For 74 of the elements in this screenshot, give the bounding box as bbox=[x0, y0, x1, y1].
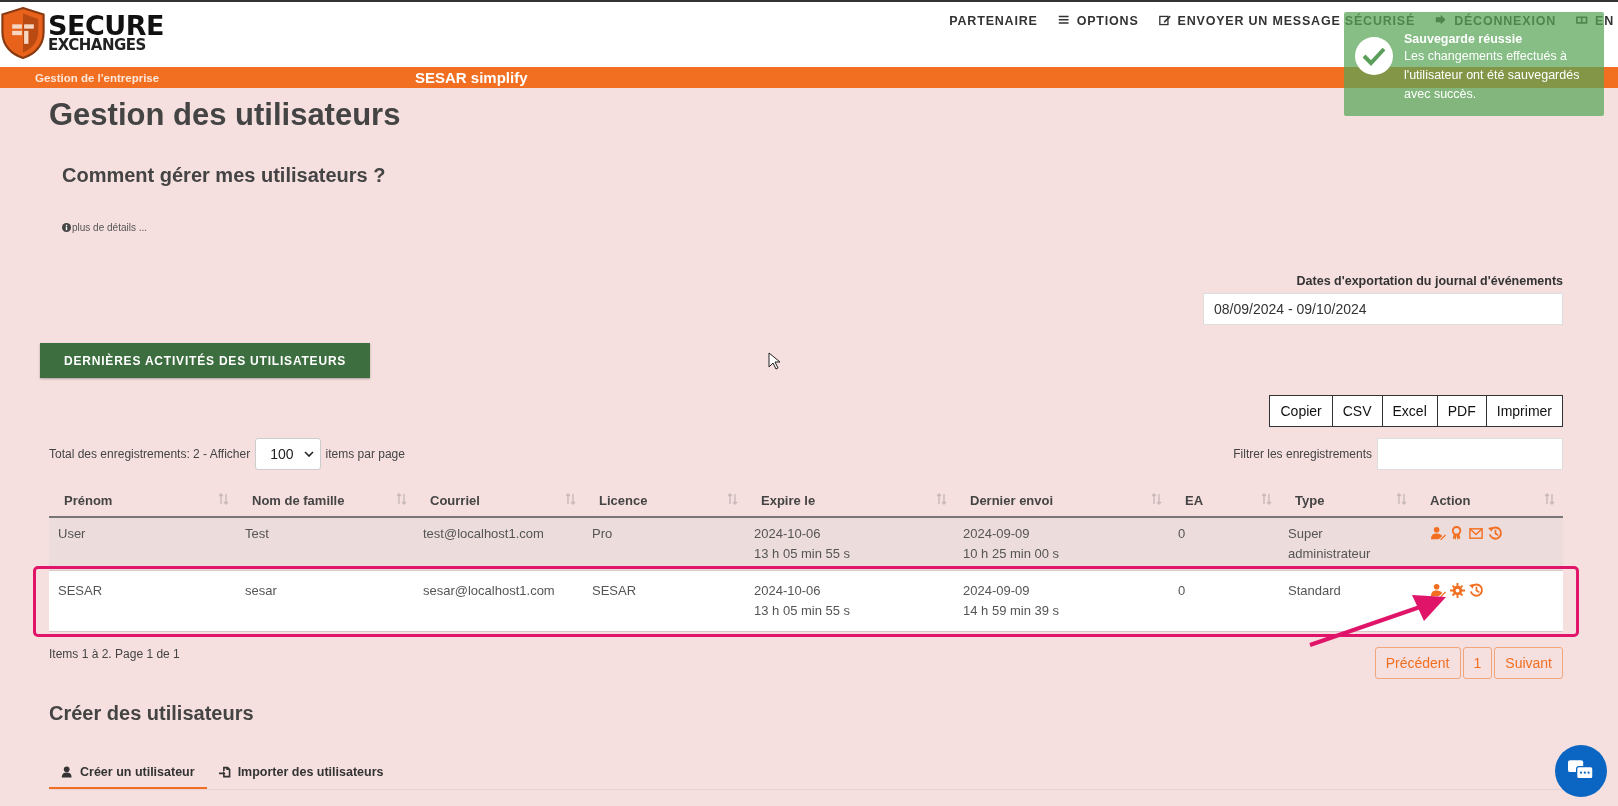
table-cell: sesar bbox=[245, 583, 277, 598]
section-heading: Comment gérer mes utilisateurs ? bbox=[62, 163, 387, 187]
export-button[interactable]: Excel bbox=[1381, 395, 1438, 427]
user-pen-icon[interactable] bbox=[1431, 526, 1446, 541]
page-title: Gestion des utilisateurs bbox=[49, 97, 402, 133]
caret-icon bbox=[303, 451, 314, 457]
info-icon bbox=[62, 223, 71, 232]
export-button[interactable]: Imprimer bbox=[1485, 395, 1563, 427]
nav-link[interactable]: PARTENAIRE bbox=[949, 13, 1038, 28]
table-cell-text: 2024-09-09 bbox=[963, 582, 1031, 600]
activity-button[interactable]: DERNIÈRES ACTIVITÉS DES UTILISATEURS bbox=[40, 343, 371, 378]
toast-title: Sauvegarde réussie bbox=[1404, 32, 1524, 46]
check-circle-icon bbox=[1354, 36, 1394, 76]
table-cell: Super administrateur bbox=[1288, 526, 1371, 561]
field-label: Filtrer les enregistrements bbox=[1233, 447, 1372, 461]
tab[interactable]: Créer un utilisateur bbox=[49, 759, 207, 789]
table-cell: Test bbox=[245, 526, 269, 541]
history-icon[interactable] bbox=[1488, 526, 1503, 541]
logo-text: EXCHANGES bbox=[48, 38, 147, 53]
export-button[interactable]: CSV bbox=[1331, 395, 1383, 427]
pagination-info: Items 1 à 2. Page 1 de 1 bbox=[49, 647, 180, 661]
toast-message: Les changements effectués à l'utilisateur ont été sauvegardés avec succès. bbox=[1404, 48, 1581, 103]
table-cell-text: 10 h 25 min 00 s bbox=[963, 545, 1061, 563]
column-header[interactable]: Expire le bbox=[761, 492, 816, 508]
logo-text: SECURE bbox=[48, 12, 164, 39]
table-cell: User bbox=[58, 526, 86, 541]
envelope-icon[interactable] bbox=[1469, 526, 1484, 541]
export-button[interactable]: Copier bbox=[1269, 395, 1333, 427]
table-cell: sesar@localhost1.com bbox=[423, 583, 555, 598]
section-heading: Créer des utilisateurs bbox=[49, 701, 255, 725]
nav-link[interactable]: ENVOYER UN MESSAGE SÉCURISÉ bbox=[1158, 13, 1416, 28]
table-cell: 0 bbox=[1178, 526, 1186, 541]
column-header[interactable]: Licence bbox=[599, 492, 648, 508]
tab[interactable]: Importer des utilisateurs bbox=[206, 759, 396, 789]
column-header[interactable]: Dernier envoi bbox=[970, 492, 1054, 508]
table-cell: test@localhost1.com bbox=[423, 526, 544, 541]
column-header[interactable]: Nom de famille bbox=[252, 492, 345, 508]
table-cell-text: 2024-10-06 bbox=[754, 525, 822, 543]
file-import-icon bbox=[218, 765, 232, 779]
gear-icon[interactable] bbox=[1450, 583, 1465, 598]
table-cell-text: 2024-09-09 bbox=[963, 525, 1031, 543]
column-header[interactable]: EA bbox=[1185, 492, 1204, 508]
table-cell: SESAR bbox=[58, 583, 103, 598]
mouse-cursor-icon bbox=[768, 352, 780, 370]
table-cell: Standard bbox=[1288, 583, 1341, 598]
menu-icon bbox=[1057, 14, 1071, 27]
table-cell-text: 2024-10-06 bbox=[754, 582, 822, 600]
table-cell-text: 13 h 05 min 55 s bbox=[754, 602, 852, 620]
history-icon[interactable] bbox=[1469, 583, 1484, 598]
column-header[interactable]: Prénom bbox=[64, 492, 113, 508]
column-header[interactable]: Action bbox=[1430, 492, 1471, 508]
user-pen-icon[interactable] bbox=[1431, 583, 1446, 598]
pen-square-icon bbox=[1158, 14, 1172, 27]
page-size-select[interactable]: 100 bbox=[255, 438, 321, 470]
chat-button[interactable] bbox=[1555, 745, 1607, 797]
filter-field[interactable] bbox=[1377, 438, 1563, 470]
export-button[interactable]: PDF bbox=[1436, 395, 1487, 427]
shield-logo-icon bbox=[0, 6, 46, 59]
label-text: Total des enregistrements: 2 - Afficher bbox=[49, 447, 251, 461]
table-cell: SESAR bbox=[592, 583, 637, 598]
details-link[interactable]: plus de détails ... bbox=[72, 222, 148, 233]
field-label: Dates d'exportation du journal d'événements bbox=[1296, 274, 1563, 288]
table-cell-text: 14 h 59 min 39 s bbox=[963, 602, 1061, 620]
table-cell-text: 13 h 05 min 55 s bbox=[754, 545, 852, 563]
label-text: items par page bbox=[325, 447, 405, 461]
date-range-field[interactable]: 08/09/2024 - 09/10/2024 bbox=[1203, 293, 1563, 325]
table-cell: Pro bbox=[592, 526, 613, 541]
column-header[interactable]: Courriel bbox=[430, 492, 480, 508]
product-name: SESAR simplify bbox=[415, 69, 528, 86]
nav-link[interactable]: OPTIONS bbox=[1057, 13, 1139, 28]
table-cell: 0 bbox=[1178, 583, 1186, 598]
column-header[interactable]: Type bbox=[1295, 492, 1325, 508]
user-icon bbox=[61, 765, 74, 779]
chat-icon bbox=[1568, 760, 1594, 782]
